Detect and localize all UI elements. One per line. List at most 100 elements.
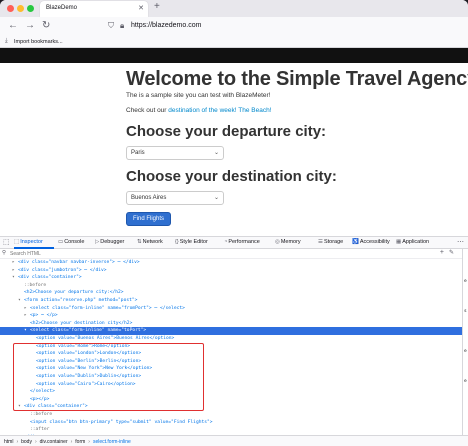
- site-navbar: [0, 48, 468, 63]
- tab-memory[interactable]: ◎Memory: [275, 239, 301, 245]
- markup-node-row[interactable]: ▾ <form action="reserve.php" method="post…: [0, 297, 462, 305]
- tab-accessibility[interactable]: ♿Accessibility: [352, 239, 390, 245]
- more-options-icon[interactable]: ⋯: [457, 238, 464, 246]
- forward-arrow-icon[interactable]: →: [25, 20, 35, 31]
- destination-of-week-link[interactable]: destination of the week! The Beach!: [168, 107, 271, 114]
- close-window-button[interactable]: [7, 5, 14, 12]
- node-markup: <div class="navbar navbar-inverse"> ⋯ </…: [18, 260, 140, 265]
- chevron-down-icon: ⌄: [213, 150, 219, 156]
- breadcrumb-separator-icon: ›: [34, 439, 37, 445]
- accessibility-icon: ♿: [352, 239, 359, 245]
- intro-text: The is a sample site you can test with B…: [126, 92, 271, 99]
- tab-label: Accessibility: [359, 239, 390, 245]
- html-search-bar[interactable]: ⚲ Search HTML + ✎: [0, 249, 462, 259]
- markup-node-row[interactable]: ▾ <div class="container">: [0, 274, 462, 282]
- markup-node-row[interactable]: <h2>Choose your departure city:</h2>: [0, 289, 462, 297]
- tab-debugger[interactable]: ▷Debugger: [95, 239, 124, 245]
- node-markup: <select class="form-inline" name="fromPo…: [30, 305, 185, 311]
- markup-node-row[interactable]: ::after: [0, 426, 462, 434]
- tab-blazedemo[interactable]: BlazeDemo ✕: [40, 1, 148, 17]
- breadcrumb-item[interactable]: body: [21, 439, 32, 445]
- tab-style-editor[interactable]: {}Style Editor: [175, 239, 208, 245]
- url-bar[interactable]: https://blazedemo.com: [131, 22, 201, 29]
- breadcrumb-separator-icon: ›: [16, 439, 19, 445]
- tab-network[interactable]: ⇅Network: [137, 239, 163, 245]
- node-markup: ::after: [30, 427, 50, 433]
- inspector-icon: ⬚: [14, 239, 20, 245]
- new-tab-button[interactable]: +: [154, 1, 160, 12]
- departure-selected-value: Paris: [131, 150, 145, 156]
- node-markup: <div class="jumbotron"> ⋯ </div>: [18, 267, 107, 273]
- markup-node-row[interactable]: ::before: [0, 282, 462, 290]
- minimize-window-button[interactable]: [17, 5, 24, 12]
- element-picker-icon[interactable]: ⬚: [3, 238, 10, 246]
- maximize-window-button[interactable]: [27, 5, 34, 12]
- lock-icon[interactable]: 🔒︎: [120, 21, 124, 31]
- find-flights-button[interactable]: Find Flights: [126, 212, 171, 226]
- node-markup: <select class="form-inline" name="toPort…: [30, 328, 147, 334]
- node-markup: <h2>Choose your departure city:</h2>: [24, 290, 124, 296]
- tab-label: Network: [142, 239, 163, 245]
- back-arrow-icon[interactable]: ←: [8, 20, 18, 31]
- memory-icon: ◎: [275, 239, 280, 245]
- tab-label: Performance: [228, 239, 260, 245]
- storage-icon: ☰: [318, 239, 323, 245]
- bookmarks-bar: ⤓ Import bookmarks...: [0, 37, 468, 48]
- promo-text: Check out our destination of the week! T…: [126, 107, 272, 114]
- close-tab-icon[interactable]: ✕: [138, 4, 144, 12]
- destination-select[interactable]: Buenos Aires ⌄: [126, 191, 224, 205]
- eyedropper-icon[interactable]: ✎: [449, 249, 454, 256]
- markup-node-row[interactable]: ▸ <select class="form-inline" name="fromP…: [0, 305, 462, 313]
- tab-storage[interactable]: ☰Storage: [318, 239, 343, 245]
- node-markup: <h2>Choose your destination city</h2>: [30, 320, 133, 326]
- breadcrumb-item[interactable]: select.form-inline: [93, 439, 131, 445]
- destination-heading: Choose your destination city:: [126, 168, 337, 185]
- departure-heading: Choose your departure city:: [126, 123, 327, 140]
- import-bookmarks-link[interactable]: Import bookmarks...: [14, 39, 63, 45]
- departure-select[interactable]: Paris ⌄: [126, 146, 224, 160]
- breadcrumb-separator-icon: ›: [88, 439, 90, 445]
- node-markup: <p> ⋯ </p>: [30, 313, 58, 319]
- markup-node-row[interactable]: <input class="btn btn-primary" type="sub…: [0, 419, 462, 427]
- tab-console[interactable]: ▭Console: [58, 239, 84, 245]
- devtools-toolbar: ⬚ ⬚Inspector ▭Console ▷Debugger ⇅Network {}S…: [0, 237, 468, 249]
- tab-performance[interactable]: ◔Performance: [224, 239, 260, 245]
- node-markup: ::before: [24, 282, 47, 288]
- performance-icon: ◔: [224, 239, 228, 245]
- debugger-icon: ▷: [95, 239, 100, 245]
- breadcrumb: html › body › div.container › form › select.form…: [0, 435, 468, 446]
- devtools-panel: ⬚ ⬚Inspector ▭Console ▷Debugger ⇅Network {}S…: [0, 236, 468, 446]
- markup-node-row[interactable]: ▸ <div class="jumbotron"> ⋯ </div>: [0, 267, 462, 275]
- markup-node-row[interactable]: <option value="Buenos Aires">Buenos Aire…: [0, 335, 462, 343]
- search-icon: ⚲: [2, 250, 7, 256]
- tab-inspector[interactable]: ⬚Inspector: [14, 239, 43, 245]
- breadcrumb-separator-icon: ›: [70, 439, 73, 445]
- search-input[interactable]: Search HTML: [10, 251, 41, 257]
- browser-window: BlazeDemo ✕ + ← → ↻ ⛉ 🔒︎ https://blazede…: [0, 0, 468, 446]
- node-markup: <input class="btn btn-primary" type="sub…: [30, 419, 213, 425]
- add-node-icon[interactable]: +: [440, 249, 444, 256]
- selected-node-row[interactable]: ▾ <select class="form-inline" name="toPor…: [0, 327, 462, 335]
- console-icon: ▭: [58, 239, 64, 245]
- breadcrumb-item[interactable]: html: [4, 439, 13, 445]
- tab-bar: BlazeDemo ✕ +: [0, 0, 468, 17]
- tab-label: Inspector: [20, 239, 43, 245]
- rules-panel-edge: e s e e: [462, 249, 468, 435]
- tab-application[interactable]: ▦Application: [396, 239, 429, 245]
- markup-tree: </div>::after<input class="btn btn-prima…: [0, 259, 462, 435]
- reload-icon[interactable]: ↻: [42, 20, 50, 31]
- breadcrumb-item[interactable]: div.container: [40, 439, 68, 445]
- tab-label: Storage: [323, 239, 344, 245]
- markup-node-row[interactable]: ::before: [0, 411, 462, 419]
- tab-label: Console: [64, 239, 85, 245]
- markup-node-row[interactable]: ▸ <div class="navbar navbar-inverse"> ⋯ <…: [0, 259, 462, 267]
- application-icon: ▦: [396, 239, 402, 245]
- import-icon: ⤓: [5, 38, 8, 44]
- network-icon: ⇅: [137, 239, 142, 245]
- markup-node-row[interactable]: ▸ <p> ⋯ </p>: [0, 312, 462, 320]
- highlight-annotation-box: [13, 343, 204, 411]
- shield-icon[interactable]: ⛉: [108, 21, 114, 31]
- promo-prefix: Check out our: [126, 107, 169, 114]
- breadcrumb-item[interactable]: form: [75, 439, 85, 445]
- markup-node-row[interactable]: <h2>Choose your destination city</h2>: [0, 320, 462, 328]
